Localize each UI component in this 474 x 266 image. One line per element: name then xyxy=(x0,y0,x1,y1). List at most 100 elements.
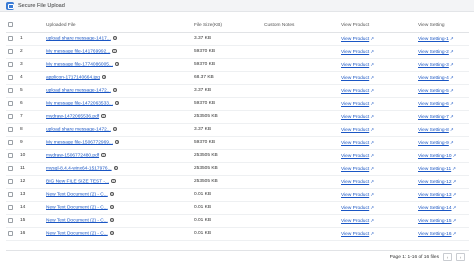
file-link[interactable]: New Text Document (2) - C... xyxy=(46,218,108,223)
select-all-checkbox[interactable] xyxy=(8,22,13,28)
view-product-link[interactable]: View Product xyxy=(341,63,369,68)
external-link-icon[interactable]: ↗ xyxy=(453,231,457,237)
view-product-link[interactable]: View Product xyxy=(341,141,369,146)
view-product-link[interactable]: View Product xyxy=(341,232,369,237)
info-icon[interactable]: i xyxy=(101,113,106,119)
row-checkbox[interactable] xyxy=(8,152,13,158)
external-link-icon[interactable]: ↗ xyxy=(370,192,374,198)
row-checkbox-cell[interactable] xyxy=(6,175,18,189)
view-setting-link[interactable]: View Setting-9 xyxy=(418,141,449,146)
view-product-link[interactable]: View Product xyxy=(341,180,369,185)
file-link[interactable]: upload share message-1472... xyxy=(46,127,111,132)
external-link-icon[interactable]: ↗ xyxy=(450,36,454,42)
external-link-icon[interactable]: ↗ xyxy=(370,205,374,211)
view-setting-link[interactable]: View Setting-5 xyxy=(418,89,449,94)
info-icon[interactable]: i xyxy=(109,191,115,197)
file-link[interactable]: mydraw-1472065536.pdf xyxy=(46,114,99,119)
header-file-size[interactable]: File Size(KB) xyxy=(192,19,262,33)
row-checkbox[interactable] xyxy=(8,165,13,171)
next-page-button[interactable]: › xyxy=(456,253,465,261)
info-icon[interactable]: i xyxy=(112,35,118,41)
file-link[interactable]: upload share message-1417... xyxy=(46,36,111,41)
view-product-link[interactable]: View Product xyxy=(341,37,369,42)
row-checkbox[interactable] xyxy=(8,100,13,106)
external-link-icon[interactable]: ↗ xyxy=(453,192,457,198)
view-product-link[interactable]: View Product xyxy=(341,206,369,211)
prev-page-button[interactable]: ‹ xyxy=(443,253,452,261)
info-icon[interactable]: i xyxy=(114,139,120,145)
external-link-icon[interactable]: ↗ xyxy=(450,49,454,55)
external-link-icon[interactable]: ↗ xyxy=(453,218,457,224)
file-link[interactable]: New Text Document (2) - C... xyxy=(46,205,108,210)
external-link-icon[interactable]: ↗ xyxy=(452,166,456,172)
row-checkbox[interactable] xyxy=(8,191,13,197)
view-product-link[interactable]: View Product xyxy=(341,115,369,120)
info-icon[interactable]: i xyxy=(114,61,120,67)
view-setting-link[interactable]: View Setting-11 xyxy=(418,167,451,172)
view-setting-link[interactable]: View Setting-13 xyxy=(418,193,452,198)
view-product-link[interactable]: View Product xyxy=(341,128,369,133)
row-checkbox[interactable] xyxy=(8,113,13,119)
row-checkbox-cell[interactable] xyxy=(6,136,18,150)
row-checkbox[interactable] xyxy=(8,178,13,184)
external-link-icon[interactable]: ↗ xyxy=(370,218,374,224)
file-link[interactable]: My message file-1506772969... xyxy=(46,140,113,145)
row-checkbox[interactable] xyxy=(8,217,13,223)
external-link-icon[interactable]: ↗ xyxy=(450,75,454,81)
view-setting-link[interactable]: View Setting-14 xyxy=(418,206,452,211)
file-link[interactable]: New Text Document (2) - C... xyxy=(46,231,108,236)
view-setting-link[interactable]: View Setting-10 xyxy=(418,154,452,159)
info-icon[interactable]: i xyxy=(109,230,115,236)
external-link-icon[interactable]: ↗ xyxy=(370,140,374,146)
header-view-product[interactable]: View Product xyxy=(339,19,416,33)
file-link[interactable]: applicon-1717140664.jpg xyxy=(46,75,100,80)
header-uploaded-file[interactable]: Uploaded File xyxy=(44,19,192,33)
view-setting-link[interactable]: View Setting-12 xyxy=(418,180,452,185)
view-product-link[interactable]: View Product xyxy=(341,50,369,55)
view-setting-link[interactable]: View Setting-8 xyxy=(418,128,449,133)
external-link-icon[interactable]: ↗ xyxy=(370,75,374,81)
file-link[interactable]: My message file-1774086005... xyxy=(46,62,113,67)
info-icon[interactable]: i xyxy=(112,48,117,54)
file-link[interactable]: upload share message-1472... xyxy=(46,88,111,93)
view-product-link[interactable]: View Product xyxy=(341,167,369,172)
external-link-icon[interactable]: ↗ xyxy=(370,231,374,237)
row-checkbox-cell[interactable] xyxy=(6,45,18,59)
info-icon[interactable]: i xyxy=(109,217,115,223)
row-checkbox-cell[interactable] xyxy=(6,162,18,176)
view-setting-link[interactable]: View Setting-4 xyxy=(418,76,449,81)
row-checkbox-cell[interactable] xyxy=(6,227,18,241)
info-icon[interactable]: i xyxy=(112,87,118,93)
row-checkbox[interactable] xyxy=(8,139,13,145)
external-link-icon[interactable]: ↗ xyxy=(370,88,374,94)
view-setting-link[interactable]: View Setting-7 xyxy=(418,115,449,120)
external-link-icon[interactable]: ↗ xyxy=(370,62,374,68)
row-checkbox-cell[interactable] xyxy=(6,110,18,124)
external-link-icon[interactable]: ↗ xyxy=(450,62,454,68)
row-checkbox[interactable] xyxy=(8,230,13,236)
external-link-icon[interactable]: ↗ xyxy=(450,114,454,120)
select-all-cell[interactable] xyxy=(6,19,18,33)
info-icon[interactable]: i xyxy=(101,152,106,158)
external-link-icon[interactable]: ↗ xyxy=(370,127,374,133)
view-setting-link[interactable]: View Setting-16 xyxy=(418,232,452,237)
file-link[interactable]: mysql-8.4.4-winx64-1517976... xyxy=(46,166,112,171)
header-view-setting[interactable]: View Setting xyxy=(416,19,469,33)
row-checkbox-cell[interactable] xyxy=(6,149,18,163)
row-checkbox-cell[interactable] xyxy=(6,58,18,72)
row-checkbox[interactable] xyxy=(8,126,13,132)
header-custom-notes[interactable]: Custom Notes xyxy=(262,19,339,33)
row-checkbox-cell[interactable] xyxy=(6,188,18,202)
info-icon[interactable]: i xyxy=(113,165,119,171)
file-link[interactable]: mydraw-1506772480.pdf xyxy=(46,153,99,158)
file-link[interactable]: New Text Document (2) - C... xyxy=(46,192,108,197)
row-checkbox-cell[interactable] xyxy=(6,32,18,46)
external-link-icon[interactable]: ↗ xyxy=(370,36,374,42)
view-product-link[interactable]: View Product xyxy=(341,154,369,159)
info-icon[interactable]: i xyxy=(101,74,107,80)
view-product-link[interactable]: View Product xyxy=(341,193,369,198)
row-checkbox-cell[interactable] xyxy=(6,71,18,85)
row-checkbox-cell[interactable] xyxy=(6,201,18,215)
view-product-link[interactable]: View Product xyxy=(341,76,369,81)
view-setting-link[interactable]: View Setting-15 xyxy=(418,219,452,224)
